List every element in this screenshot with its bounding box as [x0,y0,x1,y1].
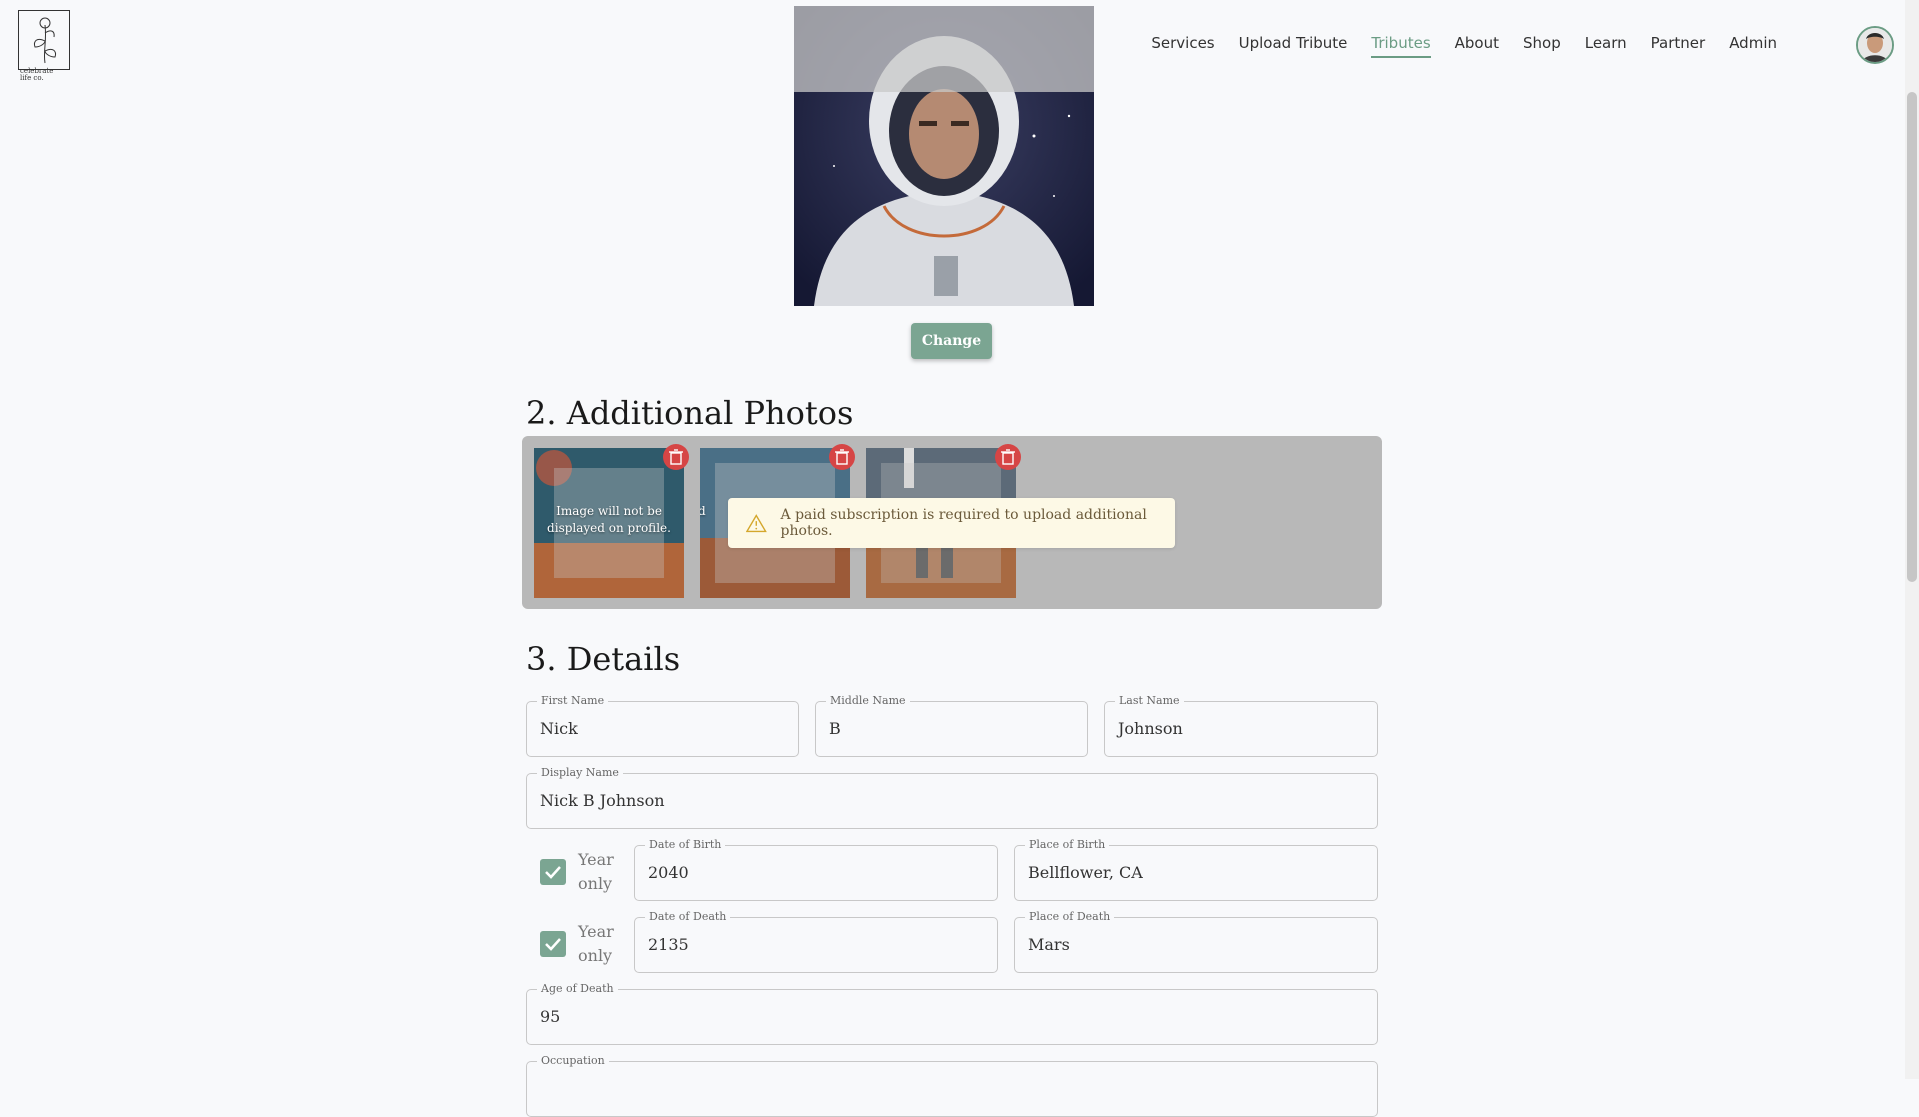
date-of-birth-label: Date of Birth [645,838,726,852]
subscription-alert: A paid subscription is required to uploa… [728,498,1175,548]
nav-partner[interactable]: Partner [1651,34,1706,58]
photo-top-overlay [794,6,1094,92]
additional-photos-heading: 2. Additional Photos [526,394,854,432]
nav-upload-tribute[interactable]: Upload Tribute [1239,34,1348,58]
place-of-birth-field[interactable]: Place of Birth Bellflower, CA [1014,838,1378,901]
logo-text: celebrate life co. [20,68,70,82]
last-name-field[interactable]: Last Name Johnson [1104,694,1378,757]
place-of-death-label: Place of Death [1025,910,1115,924]
profile-photo [794,6,1094,306]
display-name-value: Nick B Johnson [540,791,665,810]
change-photo-button[interactable]: Change [911,323,992,359]
alert-message: A paid subscription is required to uploa… [780,507,1147,539]
checkmark-icon [545,866,561,879]
details-heading: 3. Details [526,640,681,678]
logo-frame [18,10,70,70]
year-only-death-checkbox[interactable] [540,931,566,957]
site-logo[interactable]: celebrate life co. [18,6,72,82]
date-of-death-label: Date of Death [645,910,731,924]
main-nav: Services Upload Tribute Tributes About S… [1151,34,1777,58]
first-name-value: Nick [540,719,578,738]
delete-photo-2-trash-icon[interactable] [829,444,855,470]
middle-name-value: B [829,719,841,738]
middle-name-label: Middle Name [826,694,910,708]
place-of-birth-label: Place of Birth [1025,838,1110,852]
scrollbar-track[interactable] [1905,0,1919,1079]
scrollbar-thumb[interactable] [1907,92,1917,582]
year-only-birth-label-line-2: only [578,874,613,893]
additional-photo-1: Image will not be displayed on profile. [534,448,684,598]
occupation-label: Occupation [537,1054,609,1068]
year-only-death-label-line-1: Year [578,922,614,941]
last-name-label: Last Name [1115,694,1184,708]
age-of-death-value: 95 [540,1007,561,1026]
middle-name-field[interactable]: Middle Name B [815,694,1088,757]
occupation-field[interactable]: Occupation [526,1054,1378,1117]
nav-admin[interactable]: Admin [1729,34,1777,58]
nav-learn[interactable]: Learn [1585,34,1627,58]
delete-photo-1-trash-icon[interactable] [663,444,689,470]
date-of-death-field[interactable]: Date of Death 2135 [634,910,998,973]
place-of-death-value: Mars [1028,935,1070,954]
place-of-death-field[interactable]: Place of Death Mars [1014,910,1378,973]
trash-icon [835,449,849,465]
display-name-field[interactable]: Display Name Nick B Johnson [526,766,1378,829]
thumb-caption: Image will not be displayed on profile. [547,504,671,535]
year-only-birth-checkbox[interactable] [540,859,566,885]
thumb-caption-partial: d [700,504,706,518]
checkmark-icon [545,938,561,951]
year-only-death-label-line-2: only [578,946,613,965]
user-avatar[interactable] [1856,26,1894,64]
age-of-death-label: Age of Death [537,982,618,996]
nav-shop[interactable]: Shop [1523,34,1561,58]
year-only-birth-label-line-1: Year [578,850,614,869]
warning-icon [746,514,767,533]
date-of-birth-field[interactable]: Date of Birth 2040 [634,838,998,901]
delete-photo-3-trash-icon[interactable] [995,444,1021,470]
year-only-birth-label: Year only [578,848,614,896]
nav-services[interactable]: Services [1151,34,1214,58]
place-of-birth-value: Bellflower, CA [1028,863,1143,882]
first-name-label: First Name [537,694,609,708]
date-of-death-value: 2135 [648,935,689,954]
age-of-death-field[interactable]: Age of Death 95 [526,982,1378,1045]
nav-about[interactable]: About [1455,34,1499,58]
year-only-death-label: Year only [578,920,614,968]
avatar-portrait [1858,28,1892,62]
last-name-value: Johnson [1118,719,1183,738]
first-name-field[interactable]: First Name Nick [526,694,799,757]
trash-icon [669,449,683,465]
flower-icon [34,17,56,64]
nav-tributes[interactable]: Tributes [1371,34,1431,58]
trash-icon [1001,449,1015,465]
date-of-birth-value: 2040 [648,863,689,882]
logo-text-line-2: life co. [20,74,44,82]
display-name-label: Display Name [537,766,623,780]
